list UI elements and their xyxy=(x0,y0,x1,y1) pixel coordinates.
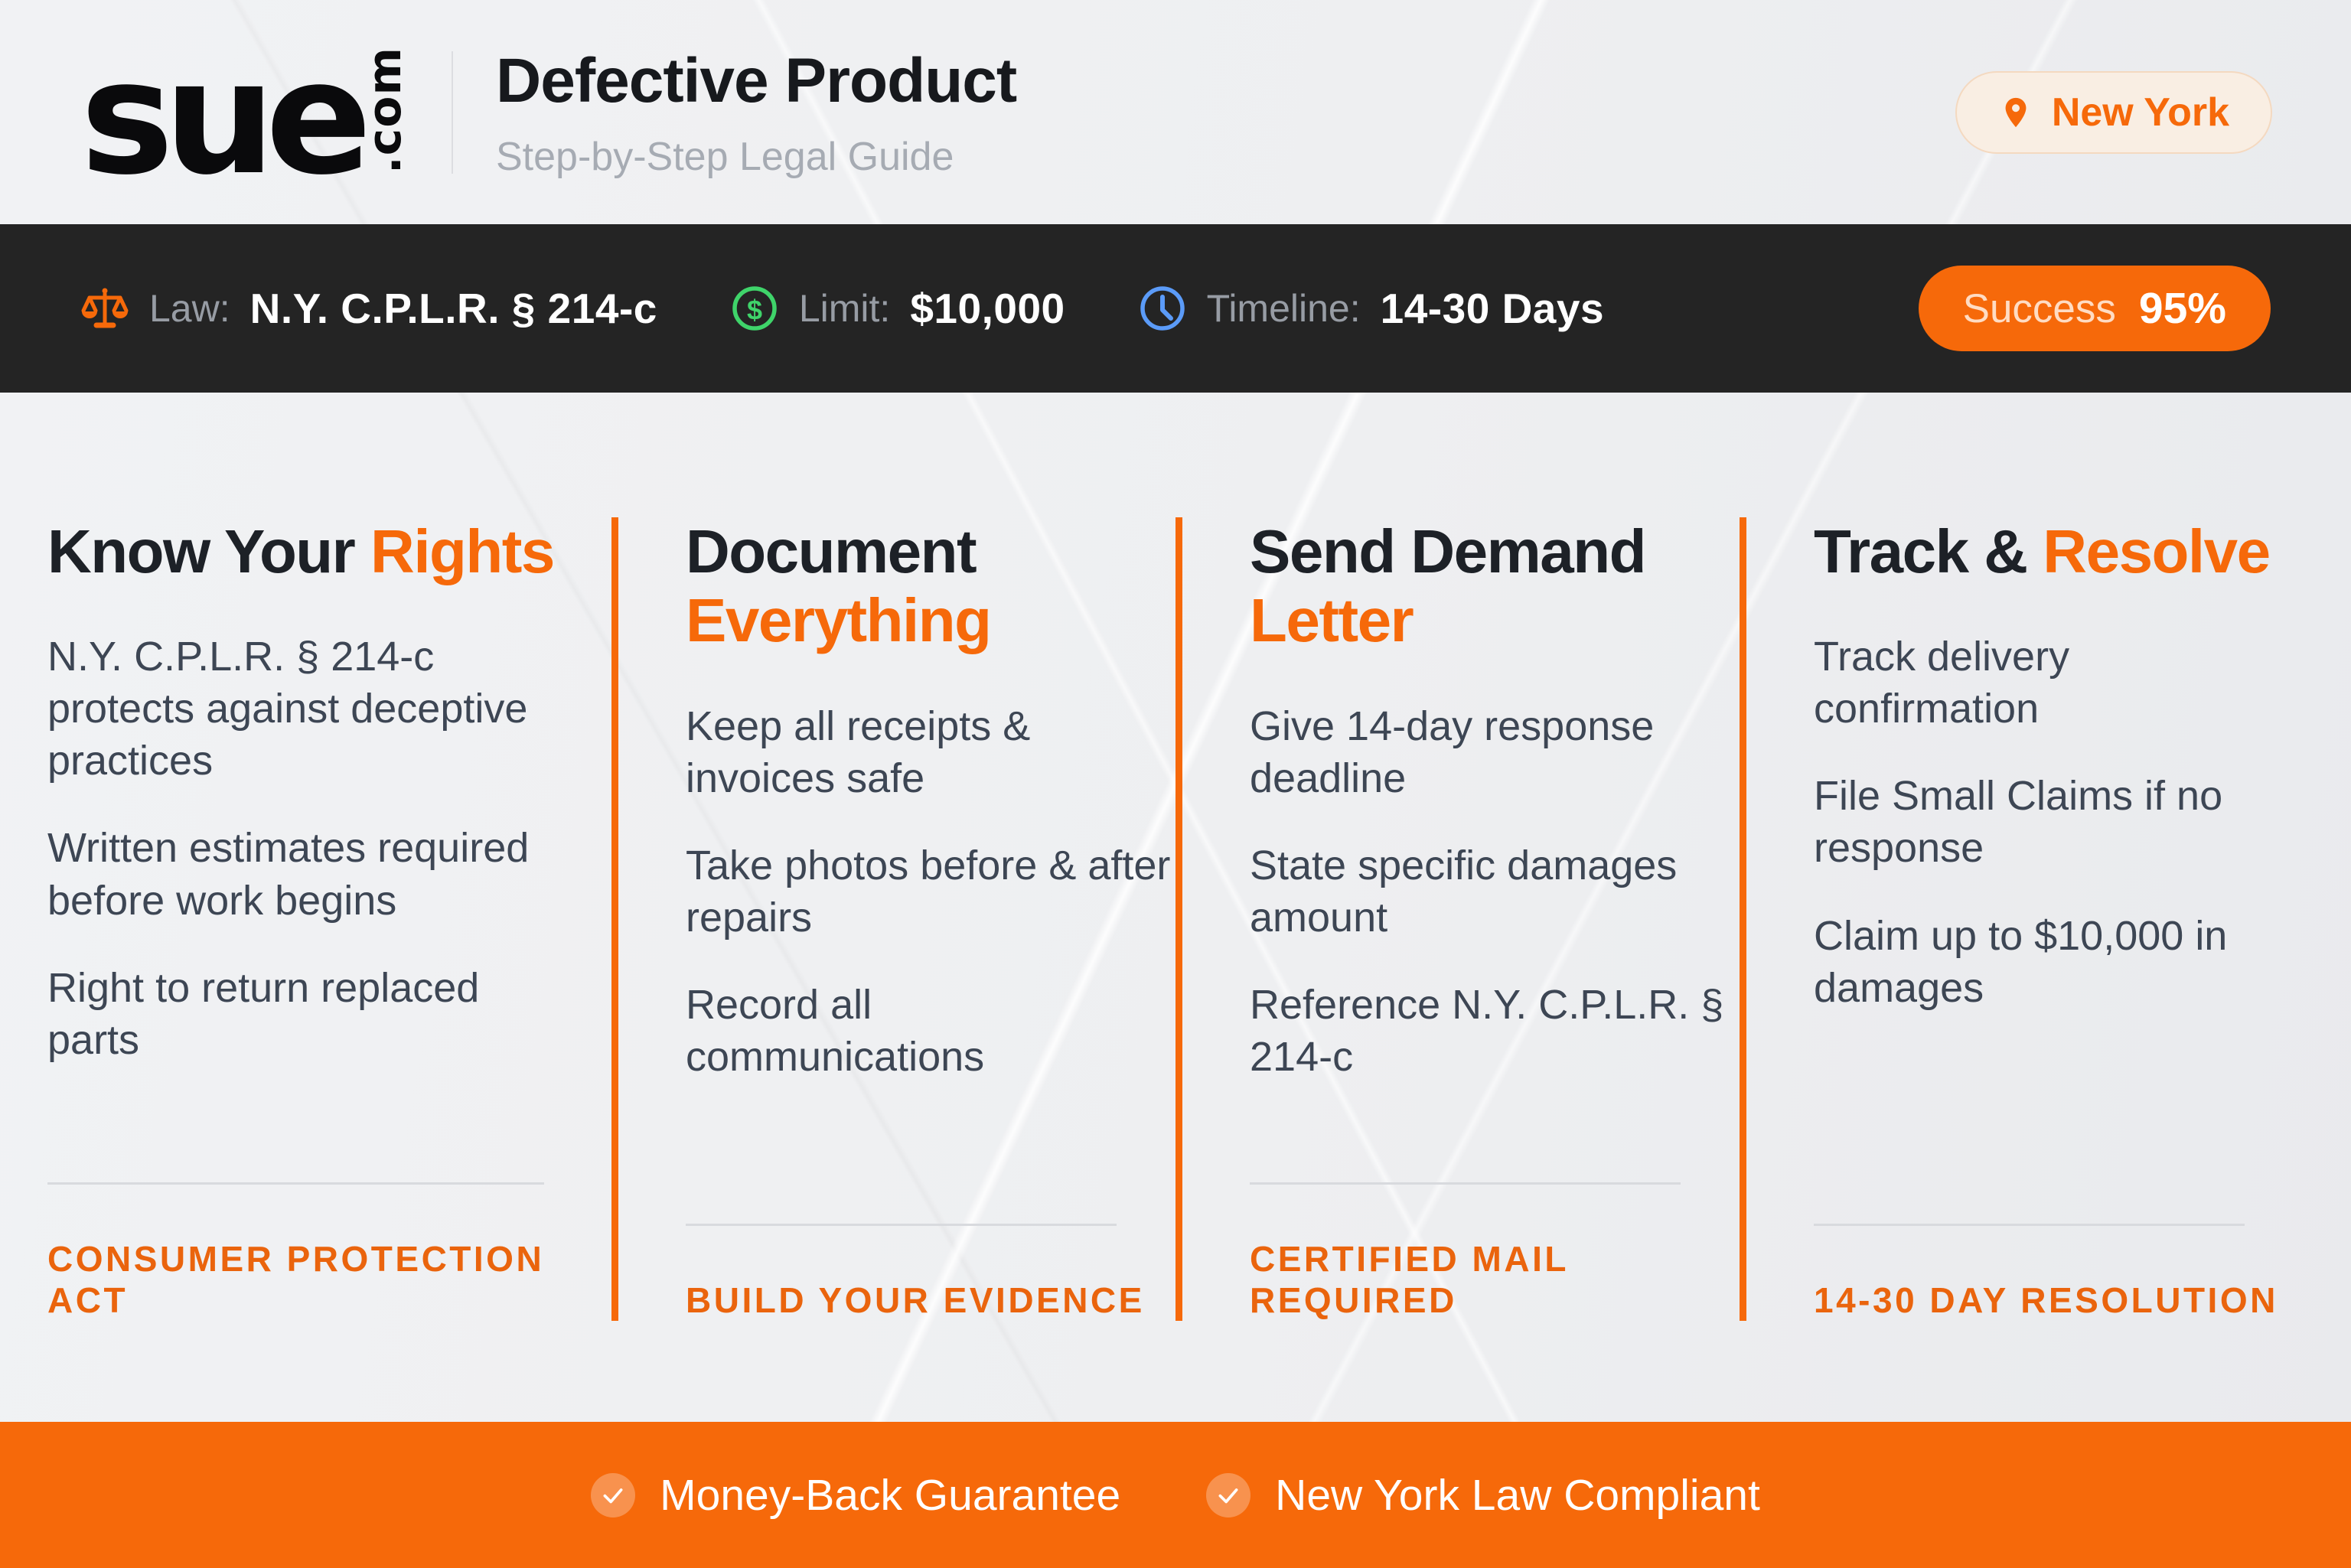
step-title: Know Your Rights xyxy=(47,517,611,586)
step-item: Written estimates required before work b… xyxy=(47,822,556,926)
page-subtitle: Step-by-Step Legal Guide xyxy=(496,134,1016,180)
step-title-dark: Track & xyxy=(1814,517,2027,585)
step-title-dark: Send Demand xyxy=(1250,517,1645,585)
step-item: Record all communications xyxy=(686,979,1176,1083)
step-footer-label: 14-30 DAY RESOLUTION xyxy=(1814,1280,2304,1321)
step-title-dark: Document xyxy=(686,517,976,585)
success-label: Success xyxy=(1963,285,2116,332)
page-title: Defective Product xyxy=(496,45,1016,117)
column-rule xyxy=(47,1182,544,1185)
stat-law-label: Law: xyxy=(149,286,230,331)
check-icon xyxy=(1206,1473,1250,1517)
column-rule xyxy=(1814,1224,2245,1226)
stat-law-value: N.Y. C.P.L.R. § 214-c xyxy=(250,284,657,333)
column-rule xyxy=(1250,1182,1681,1185)
steps-section: Know Your Rights N.Y. C.P.L.R. § 214-c p… xyxy=(0,393,2351,1321)
step-title: Document Everything xyxy=(686,517,1176,656)
step-item: Take photos before & after repairs xyxy=(686,839,1176,944)
step-item: N.Y. C.P.L.R. § 214-c protects against d… xyxy=(47,631,556,787)
step-title-dark: Know Your xyxy=(47,517,354,585)
step-document-everything: Document Everything Keep all receipts & … xyxy=(611,517,1176,1321)
step-title-accent: Letter xyxy=(1250,586,1413,654)
location-pin-icon xyxy=(1998,95,2033,130)
step-item: File Small Claims if no response xyxy=(1814,770,2304,874)
step-item: Claim up to $10,000 in damages xyxy=(1814,910,2304,1014)
dollar-icon: $ xyxy=(730,284,779,333)
step-item: Keep all receipts & invoices safe xyxy=(686,700,1176,804)
stats-bar: Law: N.Y. C.P.L.R. § 214-c $ Limit: $10,… xyxy=(0,224,2351,393)
clock-icon xyxy=(1138,284,1187,333)
location-label: New York xyxy=(2052,90,2229,135)
step-item: Track delivery confirmation xyxy=(1814,631,2304,735)
step-title: Send Demand Letter xyxy=(1250,517,1740,656)
sue-com-logo[interactable]: sue .com xyxy=(80,47,407,177)
stat-limit-value: $10,000 xyxy=(910,284,1065,333)
steps-columns: Know Your Rights N.Y. C.P.L.R. § 214-c p… xyxy=(47,517,2304,1321)
guarantee-money-back: Money-Back Guarantee xyxy=(591,1470,1120,1521)
step-title: Track & Resolve xyxy=(1814,517,2304,586)
stat-law: Law: N.Y. C.P.L.R. § 214-c xyxy=(80,284,657,333)
step-item: State specific damages amount xyxy=(1250,839,1740,944)
step-track-resolve: Track & Resolve Track delivery confirmat… xyxy=(1740,517,2304,1321)
step-send-demand-letter: Send Demand Letter Give 14-day response … xyxy=(1176,517,1740,1321)
stat-timeline-value: 14-30 Days xyxy=(1381,284,1604,333)
step-title-accent: Resolve xyxy=(2043,517,2269,585)
logo-suffix: .com xyxy=(364,47,407,174)
step-title-accent: Everything xyxy=(686,586,990,654)
step-know-your-rights: Know Your Rights N.Y. C.P.L.R. § 214-c p… xyxy=(47,517,611,1321)
success-value: 95% xyxy=(2139,283,2226,334)
column-rule xyxy=(686,1224,1117,1226)
guarantee-label: New York Law Compliant xyxy=(1275,1470,1760,1521)
stat-limit: $ Limit: $10,000 xyxy=(730,284,1065,333)
step-title-accent: Rights xyxy=(370,517,554,585)
step-item: Reference N.Y. C.P.L.R. § 214-c xyxy=(1250,979,1740,1083)
stat-timeline: Timeline: 14-30 Days xyxy=(1138,284,1604,333)
stat-timeline-label: Timeline: xyxy=(1207,286,1361,331)
stat-limit-label: Limit: xyxy=(799,286,890,331)
header-divider xyxy=(452,51,453,174)
scales-icon xyxy=(80,284,129,333)
svg-text:$: $ xyxy=(747,295,762,326)
success-rate-badge: Success 95% xyxy=(1919,266,2271,351)
guarantee-label: Money-Back Guarantee xyxy=(660,1470,1120,1521)
step-item: Right to return replaced parts xyxy=(47,962,556,1066)
location-badge[interactable]: New York xyxy=(1955,71,2272,154)
check-icon xyxy=(591,1473,635,1517)
step-footer-label: BUILD YOUR EVIDENCE xyxy=(686,1280,1176,1321)
step-footer-label: CONSUMER PROTECTION ACT xyxy=(47,1238,611,1321)
step-item: Give 14-day response deadline xyxy=(1250,700,1740,804)
title-block: Defective Product Step-by-Step Legal Gui… xyxy=(496,45,1016,180)
guarantee-law-compliant: New York Law Compliant xyxy=(1206,1470,1760,1521)
step-footer-label: CERTIFIED MAIL REQUIRED xyxy=(1250,1238,1740,1321)
page-header: sue .com Defective Product Step-by-Step … xyxy=(0,0,2351,224)
guarantee-bar: Money-Back Guarantee New York Law Compli… xyxy=(0,1422,2351,1568)
logo-text: sue xyxy=(80,61,362,178)
